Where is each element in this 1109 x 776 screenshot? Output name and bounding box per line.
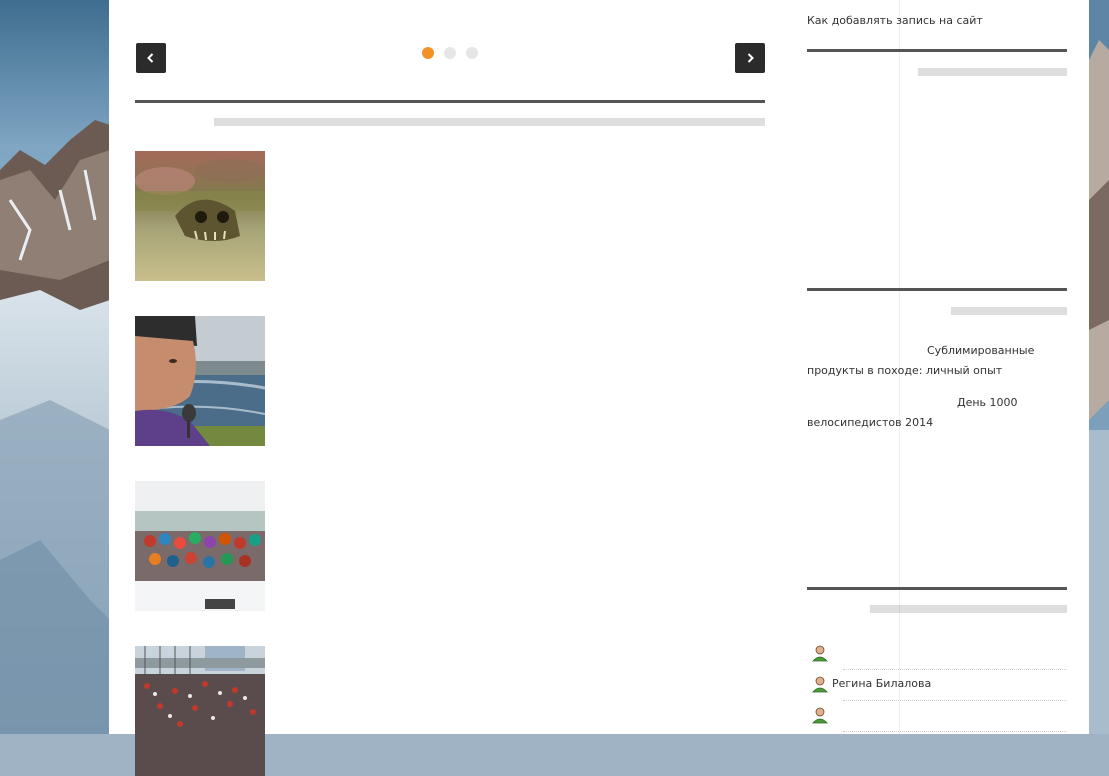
widget-title-dots-1 (918, 68, 1067, 76)
chevron-left-icon (147, 53, 154, 63)
thumbnail-3[interactable] (135, 481, 265, 611)
user-avatar-icon (812, 707, 828, 724)
group-photo-snow-image (135, 481, 265, 611)
user-list-item[interactable] (807, 702, 1067, 732)
slider-dot-1[interactable] (422, 47, 434, 59)
widget-divider-1 (807, 49, 1067, 52)
user-name[interactable]: Регина Билалова (832, 677, 931, 690)
slider-dot-3[interactable] (466, 47, 478, 59)
user-list-item[interactable]: Регина Билалова (807, 671, 1067, 701)
thumbnail-4[interactable] (135, 646, 265, 776)
popular-post-link-2[interactable]: День 1000 велосипедистов 2014 (807, 393, 1027, 433)
thumbnail-2[interactable] (135, 316, 265, 446)
skull-on-table-image (135, 151, 265, 281)
slider-next-button[interactable] (735, 43, 765, 73)
add-post-link[interactable]: Как добавлять запись на сайт (807, 11, 983, 31)
thumbnail-1[interactable] (135, 151, 265, 281)
slider-dot-2[interactable] (444, 47, 456, 59)
widget-divider-3 (807, 587, 1067, 590)
hiker-portrait-image (135, 316, 265, 446)
widget-divider-2 (807, 288, 1067, 291)
slider-prev-button[interactable] (136, 43, 166, 73)
row-divider (843, 700, 1067, 701)
popular-post-link-1[interactable]: Сублимированные продукты в походе: личны… (807, 341, 1047, 381)
section-divider (135, 100, 765, 103)
crowd-cyclists-image (135, 646, 265, 776)
user-avatar-icon (812, 676, 828, 693)
widget-title-dots-2 (951, 307, 1067, 315)
main-page: Как добавлять запись на сайт Сублимирова… (109, 0, 1089, 776)
user-list-item[interactable] (807, 640, 1067, 670)
background-mountains-right (1089, 0, 1109, 734)
user-avatar-icon (812, 645, 828, 662)
widget-title-dots-3 (870, 605, 1067, 613)
row-divider (843, 669, 1067, 670)
background-mountains-left (0, 0, 110, 734)
section-title-dots (214, 118, 765, 126)
row-divider (843, 731, 1067, 732)
chevron-right-icon (747, 53, 754, 63)
